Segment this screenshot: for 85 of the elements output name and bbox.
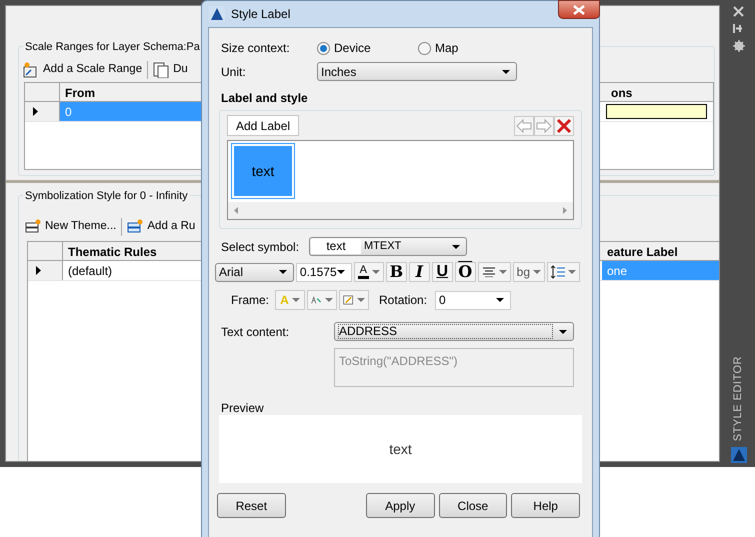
column-header: eature Label <box>606 244 679 260</box>
format-button[interactable]: B <box>386 262 407 282</box>
table-cell: one <box>602 261 719 280</box>
edit-field[interactable] <box>606 104 707 119</box>
frame-edit-button[interactable] <box>339 290 370 310</box>
radio-button[interactable]: Map <box>418 39 458 57</box>
size-dropdown[interactable]: 0.1575 <box>296 262 352 282</box>
caret-icon <box>568 270 576 274</box>
format-button[interactable]: O <box>454 262 476 282</box>
settings-icon <box>732 40 744 52</box>
table-cell: 0 <box>60 102 201 121</box>
caret-icon <box>533 270 542 274</box>
add-label-button[interactable]: Add Label <box>227 115 300 136</box>
dialog-title: Style Label <box>231 6 290 23</box>
toolbar-button[interactable]: New Theme... <box>25 218 116 236</box>
field-label: Unit: <box>221 64 247 80</box>
toolbar-button[interactable]: Add a Ru <box>127 218 196 236</box>
caret-icon <box>357 298 366 302</box>
section-label: Preview <box>221 401 264 415</box>
toolbar-button[interactable]: Add a Scale Range <box>23 61 142 79</box>
expression-field: ToString("ADDRESS") <box>334 348 574 387</box>
field-label: Select symbol: <box>221 238 300 256</box>
text-content-dropdown[interactable]: ADDRESS <box>334 322 574 341</box>
caret-icon <box>502 70 510 74</box>
copy-icon <box>153 62 170 78</box>
dialog-button[interactable]: Help <box>511 493 580 518</box>
field-label: Text content: <box>221 324 290 340</box>
close-icon <box>733 6 744 17</box>
radio-button[interactable]: Device <box>317 39 418 57</box>
table-cell-text: (default) <box>67 263 114 280</box>
left-arrow-icon <box>516 118 532 134</box>
format-button[interactable]: U <box>432 262 453 282</box>
row-pointer-icon <box>36 266 41 275</box>
dialog-button[interactable]: Close <box>438 493 508 518</box>
rule-icon <box>127 219 144 235</box>
line-spacing-icon <box>551 265 566 279</box>
column-header: Thematic Rules <box>67 244 158 260</box>
field-label: Frame: <box>231 292 270 309</box>
scroll-left-icon <box>234 207 238 214</box>
group-title: Scale Ranges for Layer Schema:Pa <box>23 39 202 56</box>
caret-icon <box>292 298 300 302</box>
panel-title: STYLE EDITOR <box>731 356 746 441</box>
delete-icon <box>556 118 572 134</box>
section-heading: Label and style <box>221 90 308 107</box>
pin-icon <box>733 23 744 34</box>
field-label: Size context: <box>221 40 291 57</box>
font-dropdown[interactable]: Arial <box>215 262 294 282</box>
caret-icon <box>372 270 380 274</box>
align-button[interactable] <box>478 262 511 282</box>
caret-icon <box>452 244 460 248</box>
format-button[interactable]: I <box>408 262 430 282</box>
caret-icon <box>498 270 507 274</box>
frame-edit-icon <box>343 293 354 307</box>
scroll-right-icon <box>563 207 567 214</box>
unit-dropdown[interactable]: Inches <box>317 62 517 81</box>
logo-icon <box>730 447 746 463</box>
column-header: From <box>64 85 96 101</box>
symbol-dropdown[interactable]: text MTEXT <box>309 237 467 256</box>
dialog-button[interactable]: Reset <box>217 493 286 518</box>
caret-icon <box>496 298 504 302</box>
frame-style-button[interactable] <box>307 290 338 310</box>
theme-icon <box>25 219 41 235</box>
caret-icon <box>559 330 567 334</box>
delete-button[interactable] <box>554 116 574 136</box>
column-header: ons <box>610 85 634 101</box>
caret-icon <box>278 270 287 274</box>
field-label: Rotation: <box>379 292 428 309</box>
text-color-button[interactable]: A <box>354 262 384 282</box>
scale-range-icon <box>23 62 39 78</box>
close-button[interactable] <box>558 0 600 19</box>
right-arrow-icon <box>536 118 552 134</box>
rotation-dropdown[interactable]: 0 <box>435 290 512 310</box>
close-icon <box>573 4 585 14</box>
logo-icon <box>209 6 225 22</box>
align-icon <box>482 267 496 277</box>
row-pointer-icon <box>33 107 38 116</box>
caret-icon <box>336 270 345 274</box>
line-spacing-button[interactable] <box>547 262 580 282</box>
label-tile[interactable]: text <box>231 143 295 199</box>
caret-icon <box>325 298 334 302</box>
dialog-button[interactable]: Apply <box>366 493 434 518</box>
preview-text: text <box>389 440 412 458</box>
background-button[interactable]: bg <box>512 262 546 282</box>
toolbar-button[interactable]: Du <box>153 61 188 79</box>
group-title: Symbolization Style for 0 - Infinity <box>23 188 190 204</box>
